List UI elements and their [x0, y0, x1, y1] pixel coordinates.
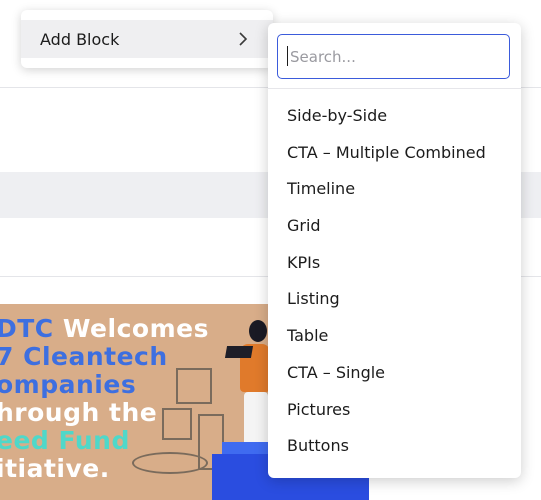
- menu-item-add-block[interactable]: Add Block: [21, 20, 273, 58]
- list-item-cta-single[interactable]: CTA – Single: [268, 355, 521, 392]
- list-item-table[interactable]: Table: [268, 318, 521, 355]
- hero-line: eed Fund: [0, 426, 130, 455]
- add-block-submenu: Side-by-Side CTA – Multiple Combined Tim…: [268, 23, 521, 478]
- context-menu: Add Block: [21, 10, 273, 68]
- list-item-grid[interactable]: Grid: [268, 208, 521, 245]
- list-item-timeline[interactable]: Timeline: [268, 171, 521, 208]
- list-item-pictures[interactable]: Pictures: [268, 392, 521, 429]
- chevron-right-icon: [239, 32, 248, 46]
- hero-line: ompanies: [0, 370, 137, 399]
- hero-line: itiative.: [0, 454, 110, 483]
- person-illustration: [249, 320, 267, 342]
- menu-item-label: Add Block: [40, 29, 120, 49]
- hero-line: hrough the: [0, 398, 158, 427]
- list-item-listing[interactable]: Listing: [268, 281, 521, 318]
- list-item-cta-multiple-combined[interactable]: CTA – Multiple Combined: [268, 135, 521, 172]
- divider: [268, 88, 521, 89]
- ellipse-illustration: [132, 452, 208, 474]
- frame-illustration: [162, 408, 192, 440]
- block-type-list: Side-by-Side CTA – Multiple Combined Tim…: [268, 98, 521, 465]
- text-caret: [287, 46, 288, 66]
- search-field: [277, 34, 510, 79]
- laptop-illustration: [224, 346, 254, 358]
- list-item-side-by-side[interactable]: Side-by-Side: [268, 98, 521, 135]
- frame-illustration: [176, 368, 212, 404]
- search-input[interactable]: [288, 44, 502, 70]
- list-item-kpis[interactable]: KPIs: [268, 245, 521, 282]
- hero-line: DTC Welcomes: [0, 314, 209, 343]
- list-item-buttons[interactable]: Buttons: [268, 428, 521, 465]
- hero-line: 7 Cleantech: [0, 342, 168, 371]
